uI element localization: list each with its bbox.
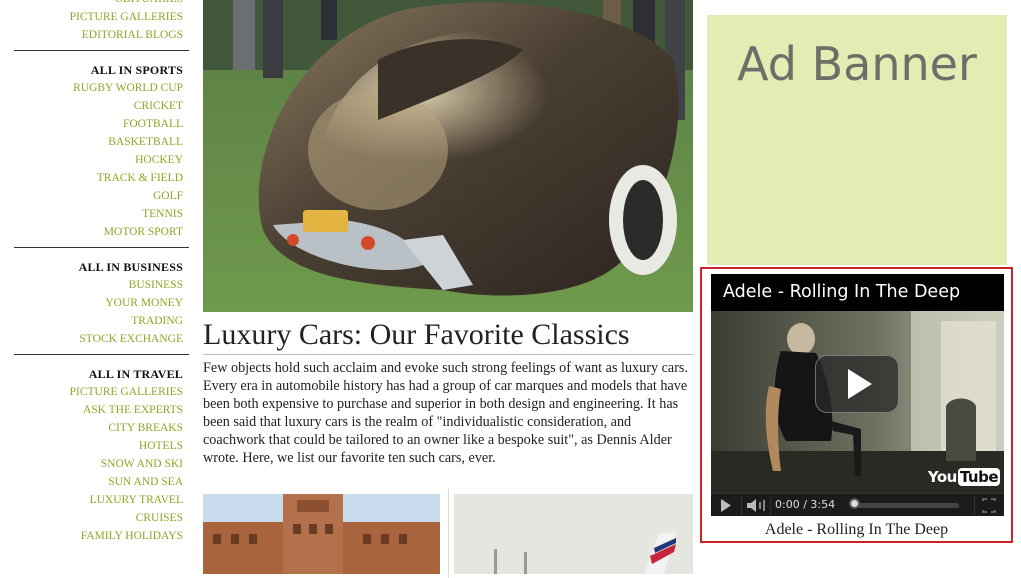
ad-banner[interactable]: Ad Banner xyxy=(707,15,1007,265)
sidebar-link[interactable]: CITY BREAKS xyxy=(14,419,189,437)
video-frame[interactable]: You Tube xyxy=(711,311,1004,493)
youtube-logo-tube: Tube xyxy=(957,468,1000,486)
sidebar-link[interactable]: HOCKEY xyxy=(14,151,189,169)
sidebar-link[interactable]: TRADING xyxy=(14,312,189,330)
video-time: 0:00 / 3:54 xyxy=(775,498,836,511)
article-column: Luxury Cars: Our Favorite Classics Few o… xyxy=(203,0,693,578)
fullscreen-icon[interactable] xyxy=(974,494,1004,516)
sidebar-link[interactable]: TENNIS xyxy=(14,205,189,223)
sidebar-link[interactable]: HOTELS xyxy=(14,437,189,455)
headline-divider xyxy=(203,354,693,355)
sidebar-link[interactable]: PICTURE GALLERIES xyxy=(14,383,189,401)
sidebar-group-business: ALL IN BUSINESS BUSINESS YOUR MONEY TRAD… xyxy=(14,258,189,355)
sidebar-link[interactable]: CRUISES xyxy=(14,509,189,527)
video-widget: Adele - Rolling In The Deep You Tube 0:0… xyxy=(700,267,1013,543)
video-caption[interactable]: Adele - Rolling In The Deep xyxy=(702,521,1011,539)
sidebar-group-sports: ALL IN SPORTS RUGBY WORLD CUP CRICKET FO… xyxy=(14,61,189,248)
classic-car-illustration xyxy=(203,0,693,312)
sidebar-link[interactable]: PICTURE GALLERIES xyxy=(14,8,189,26)
sidebar-heading[interactable]: ALL IN TRAVEL xyxy=(14,365,189,383)
controls-left-icons xyxy=(721,496,771,515)
sidebar-heading[interactable]: ALL IN BUSINESS xyxy=(14,258,189,276)
sidebar-link[interactable]: LUXURY TRAVEL xyxy=(14,491,189,509)
sidebar-link[interactable]: FOOTBALL xyxy=(14,115,189,133)
sidebar-link[interactable]: RUGBY WORLD CUP xyxy=(14,79,189,97)
article-body: Few objects hold such acclaim and evoke … xyxy=(203,360,689,466)
sidebar-link[interactable]: FAMILY HOLIDAYS xyxy=(14,527,189,545)
player-controls: 0:00 / 3:54 xyxy=(711,493,1004,516)
article-headline[interactable]: Luxury Cars: Our Favorite Classics xyxy=(203,318,693,352)
related-thumbnails xyxy=(203,488,693,578)
sidebar-link[interactable]: BASKETBALL xyxy=(14,133,189,151)
play-small-icon xyxy=(721,499,731,512)
sidebar-link[interactable]: GOLF xyxy=(14,187,189,205)
sidebar-group-news: OBITUARIES PICTURE GALLERIES EDITORIAL B… xyxy=(14,0,189,51)
sidebar-link[interactable]: EDITORIAL BLOGS xyxy=(14,26,189,44)
thumbnail-hotel-building[interactable] xyxy=(203,494,440,574)
sidebar-link[interactable]: SNOW AND SKI xyxy=(14,455,189,473)
sidebar-link[interactable]: YOUR MONEY xyxy=(14,294,189,312)
sidebar-link[interactable]: ASK THE EXPERTS xyxy=(14,401,189,419)
video-title[interactable]: Adele - Rolling In The Deep xyxy=(723,282,960,302)
sidebar-link[interactable]: SUN AND SEA xyxy=(14,473,189,491)
seek-handle[interactable] xyxy=(849,498,860,509)
hotel-building-image xyxy=(203,494,440,574)
ad-banner-label: Ad Banner xyxy=(737,37,977,91)
sidebar-link[interactable]: TRACK & FIELD xyxy=(14,169,189,187)
sidebar-nav: OBITUARIES PICTURE GALLERIES EDITORIAL B… xyxy=(14,0,189,561)
seek-bar[interactable] xyxy=(853,503,959,508)
sidebar-link[interactable]: BUSINESS xyxy=(14,276,189,294)
sidebar-link[interactable]: STOCK EXCHANGE xyxy=(14,330,189,348)
youtube-player[interactable]: Adele - Rolling In The Deep You Tube 0:0… xyxy=(711,274,1004,516)
volume-icon xyxy=(747,499,756,512)
sidebar-link[interactable]: MOTOR SPORT xyxy=(14,223,189,241)
play-icon[interactable] xyxy=(815,355,899,413)
sidebar-heading[interactable]: ALL IN SPORTS xyxy=(14,61,189,79)
airplane-tail-image xyxy=(454,494,693,574)
play-triangle-icon xyxy=(848,369,872,399)
youtube-logo[interactable]: You Tube xyxy=(928,468,1000,486)
thumbnail-airplane-tail[interactable] xyxy=(454,494,693,574)
hero-image-classic-car[interactable] xyxy=(203,0,693,312)
sidebar-link[interactable]: OBITUARIES xyxy=(14,0,189,8)
sidebar-link[interactable]: CRICKET xyxy=(14,97,189,115)
youtube-logo-you: You xyxy=(927,468,957,486)
sidebar-group-travel: ALL IN TRAVEL PICTURE GALLERIES ASK THE … xyxy=(14,365,189,551)
